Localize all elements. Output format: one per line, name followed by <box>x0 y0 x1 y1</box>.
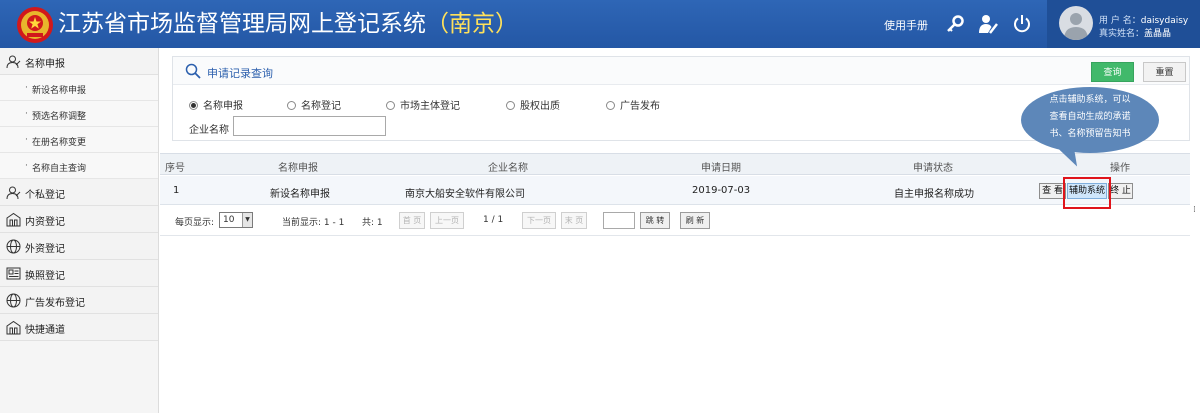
radio-button[interactable] <box>506 101 515 110</box>
sidebar-item-label: 名称自主查询 <box>32 164 87 174</box>
row-company-name: 南京大船安全软件有限公司 <box>405 189 525 200</box>
view-button[interactable]: 查 看 <box>1039 183 1066 199</box>
sidebar-item-label: 广告发布登记 <box>25 298 85 309</box>
sidebar-item-name-declaration[interactable]: 名称申报 <box>0 48 158 75</box>
pagination-bar: 每页显示: 10 ▼ 当前显示: 1 - 1 共: 1 首 页 上一页 1 / 1… <box>160 206 1190 236</box>
column-header: 序号 <box>165 163 185 174</box>
tooltip-line: 书、名称预留告知书 <box>1049 129 1131 139</box>
app-window: 江苏省市场监督管理局网上登记系统（南京） 使用手册 用 户 名：daisydai… <box>0 0 1200 413</box>
avatar-user-icon <box>1064 13 1088 40</box>
row-status: 自主申报名称成功 <box>894 189 974 200</box>
radio-name-registration[interactable]: 名称登记 <box>287 97 341 112</box>
sidebar-item-label: 快捷通道 <box>25 325 65 336</box>
globe-icon <box>6 293 21 308</box>
sidebar-item-label: 新设名称申报 <box>32 86 87 96</box>
next-page-button[interactable]: 下一页 <box>522 212 556 229</box>
refresh-button[interactable]: 刷 新 <box>680 212 710 229</box>
username-value: daisydaisy <box>1140 16 1189 26</box>
column-header: 操作 <box>1110 163 1130 174</box>
user-edit-icon[interactable] <box>977 13 999 35</box>
user-panel: 用 户 名：daisydaisy 真实姓名：盖晶晶 <box>1047 0 1200 48</box>
sidebar-item-fast-channel[interactable]: 快捷通道 <box>0 314 158 341</box>
column-header: 申请日期 <box>701 163 741 174</box>
row-index: 1 <box>173 185 180 196</box>
building-icon <box>6 212 21 227</box>
username-row: 用 户 名：daisydaisy <box>1099 16 1189 26</box>
building-icon <box>6 320 21 335</box>
national-emblem-icon <box>17 7 53 43</box>
current-range-label: 当前显示: 1 - 1 <box>282 218 345 228</box>
app-title: 江苏省市场监督管理局网上登记系统（南京） <box>58 11 518 37</box>
city-label: （南京） <box>426 11 518 37</box>
chevron-down-icon: ▼ <box>242 213 252 227</box>
per-page-select[interactable]: 10 ▼ <box>219 212 253 228</box>
query-button[interactable]: 查询 <box>1091 62 1134 82</box>
sidebar-subitem-preselect-adjust[interactable]: · 预选名称调整 <box>0 101 158 127</box>
realname-row: 真实姓名：盖晶晶 <box>1099 29 1172 39</box>
user-outline-icon <box>6 186 21 200</box>
assist-tooltip: 点击辅助系统，可以 查看自动生成的承诺 书、名称预留告知书 <box>1021 87 1159 153</box>
globe-icon <box>6 239 21 254</box>
radio-equity-pledge[interactable]: 股权出质 <box>506 97 560 112</box>
first-page-button[interactable]: 首 页 <box>399 212 425 229</box>
table-row: 1 新设名称申报 南京大船安全软件有限公司 2019-07-03 自主申报名称成… <box>160 176 1190 205</box>
sidebar-subitem-registered-change[interactable]: · 在册名称变更 <box>0 127 158 153</box>
sidebar-item-label: 外资登记 <box>25 244 65 255</box>
license-icon <box>6 267 21 280</box>
search-panel-header: 申请记录查询 查询 重置 <box>173 57 1189 85</box>
radio-button[interactable] <box>386 101 395 110</box>
user-outline-icon <box>6 55 21 69</box>
page-info: 1 / 1 <box>483 215 504 225</box>
total-count-label: 共: 1 <box>362 218 383 228</box>
per-page-label: 每页显示: <box>175 218 215 228</box>
sidebar-item-label: 名称申报 <box>25 59 65 70</box>
key-icon[interactable] <box>944 13 966 35</box>
assist-button-highlight <box>1063 177 1111 209</box>
jump-button[interactable]: 跳 转 <box>640 212 670 229</box>
radio-button[interactable] <box>189 101 198 110</box>
column-header: 名称申报 <box>278 163 318 174</box>
sidebar-item-private-registration[interactable]: 个私登记 <box>0 179 158 206</box>
realname-value: 盖晶晶 <box>1144 29 1172 39</box>
sidebar-item-domestic-registration[interactable]: 内资登记 <box>0 206 158 233</box>
prev-page-button[interactable]: 上一页 <box>430 212 464 229</box>
sidebar-item-label: 换照登记 <box>25 271 65 282</box>
results-table-header: 序号 名称申报 企业名称 申请日期 申请状态 操作 <box>160 153 1190 175</box>
tooltip-line: 查看自动生成的承诺 <box>1049 112 1131 122</box>
jump-page-input[interactable] <box>603 212 635 229</box>
radio-ad-publish[interactable]: 广告发布 <box>606 97 660 112</box>
sidebar-item-label: 在册名称变更 <box>32 138 87 148</box>
sidebar-item-license-renewal[interactable]: 换照登记 <box>0 260 158 287</box>
pane-splitter-handle[interactable]: ⁞ <box>1193 205 1196 215</box>
avatar[interactable] <box>1059 6 1093 40</box>
search-panel-title: 申请记录查询 <box>207 67 273 80</box>
sidebar: 名称申报 · 新设名称申报 · 预选名称调整 · 在册名称变更 · 名称自主查询 个私登… <box>0 48 159 413</box>
last-page-button[interactable]: 末 页 <box>561 212 587 229</box>
sidebar-item-foreign-registration[interactable]: 外资登记 <box>0 233 158 260</box>
enterprise-name-input[interactable] <box>233 116 386 136</box>
radio-market-entity[interactable]: 市场主体登记 <box>386 97 460 112</box>
sidebar-item-label: 内资登记 <box>25 217 65 228</box>
column-header: 申请状态 <box>913 163 953 174</box>
sidebar-item-label: 个私登记 <box>25 190 65 201</box>
radio-button[interactable] <box>606 101 615 110</box>
row-apply-date: 2019-07-03 <box>692 185 751 196</box>
tooltip-line: 点击辅助系统，可以 <box>1049 95 1131 105</box>
row-declaration-type: 新设名称申报 <box>270 189 330 200</box>
column-header: 企业名称 <box>488 163 528 174</box>
reset-button[interactable]: 重置 <box>1143 62 1186 82</box>
sidebar-subitem-new-name[interactable]: · 新设名称申报 <box>0 75 158 101</box>
sidebar-item-ad-registration[interactable]: 广告发布登记 <box>0 287 158 314</box>
sidebar-subitem-self-query[interactable]: · 名称自主查询 <box>0 153 158 179</box>
search-icon <box>185 63 201 79</box>
sidebar-item-label: 预选名称调整 <box>32 112 87 122</box>
power-icon[interactable] <box>1011 13 1033 35</box>
user-manual-link[interactable]: 使用手册 <box>884 17 928 33</box>
radio-name-declaration[interactable]: 名称申报 <box>189 97 243 112</box>
top-header: 江苏省市场监督管理局网上登记系统（南京） 使用手册 用 户 名：daisydai… <box>0 0 1200 48</box>
terminate-button[interactable]: 终 止 <box>1108 183 1133 199</box>
enterprise-name-label: 企业名称 <box>189 125 229 136</box>
radio-button[interactable] <box>287 101 296 110</box>
